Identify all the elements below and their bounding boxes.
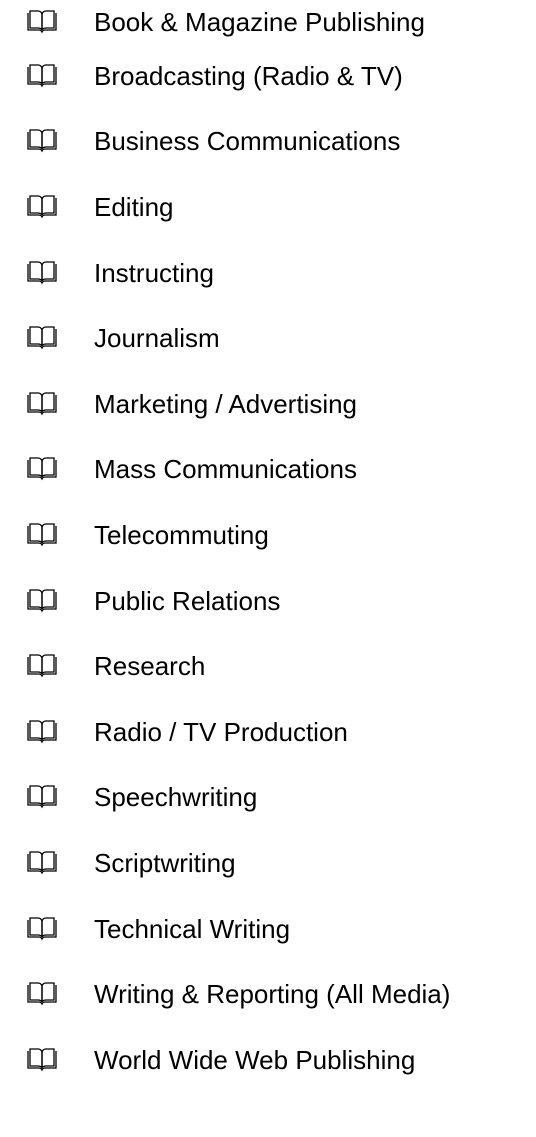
list-item-label: Instructing [94,257,214,288]
open-book-icon [27,588,57,612]
list-item-label: Research [94,651,206,682]
open-book-icon [27,9,57,33]
list-item: Speechwriting [0,765,536,831]
list-item-label: Journalism [94,323,220,354]
list-item: Telecommuting [0,502,536,568]
open-book-icon [27,851,57,875]
open-book-icon [27,916,57,940]
list-item-label: Speechwriting [94,782,258,813]
open-book-icon [27,392,57,416]
list-item: Editing [0,174,536,240]
list-item-label: World Wide Web Publishing [94,1044,416,1075]
list-item: Writing & Reporting (All Media) [0,961,536,1027]
list-item: Broadcasting (Radio & TV) [0,43,536,109]
list-item-label: Mass Communications [94,454,357,485]
list-item: Technical Writing [0,896,536,962]
list-item: Instructing [0,240,536,306]
list-item-label: Writing & Reporting (All Media) [94,979,451,1010]
list-item-label: Business Communications [94,126,401,157]
list-item-label: Public Relations [94,585,281,616]
list-item: Public Relations [0,568,536,634]
list-item: World Wide Web Publishing [0,1027,536,1093]
list-item-label: Marketing / Advertising [94,388,358,419]
open-book-icon [27,982,57,1006]
open-book-icon [27,326,57,350]
career-list: Book & Magazine Publishing Broadcasting … [0,0,536,1093]
open-book-icon [27,457,57,481]
list-item: Journalism [0,305,536,371]
list-item: Marketing / Advertising [0,371,536,437]
list-item: Business Communications [0,109,536,175]
open-book-icon [27,64,57,88]
list-item-label: Telecommuting [94,519,269,550]
open-book-icon [27,129,57,153]
list-item-label: Technical Writing [94,913,291,944]
open-book-icon [27,785,57,809]
list-item: Research [0,633,536,699]
open-book-icon [27,260,57,285]
list-item: Mass Communications [0,437,536,503]
open-book-icon [27,195,57,219]
list-item-label: Scriptwriting [94,847,236,878]
open-book-icon [27,523,57,547]
open-book-icon [27,1048,57,1072]
list-item: Book & Magazine Publishing [0,0,536,43]
list-item-label: Book & Magazine Publishing [94,6,425,37]
list-item: Radio / TV Production [0,699,536,765]
open-book-icon [27,720,57,744]
list-item-label: Broadcasting (Radio & TV) [94,60,403,91]
list-item-label: Editing [94,191,174,222]
list-item-label: Radio / TV Production [94,716,348,747]
open-book-icon [27,654,57,678]
list-item: Scriptwriting [0,830,536,896]
